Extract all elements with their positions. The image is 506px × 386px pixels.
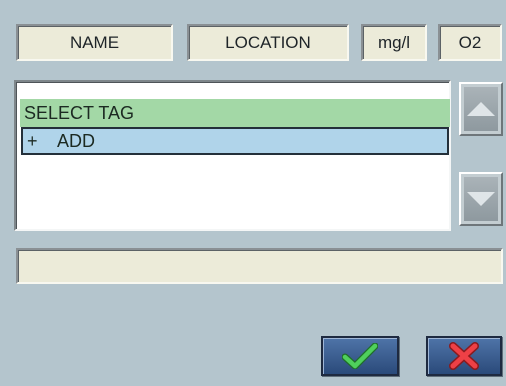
list-item-label: SELECT TAG: [24, 102, 135, 123]
ok-button[interactable]: [321, 336, 399, 376]
tag-list[interactable]: SELECT TAG + ADD: [14, 80, 451, 231]
add-prefix: +: [27, 130, 38, 151]
list-item-label: ADD: [57, 130, 96, 151]
triangle-up-icon: [467, 102, 495, 116]
name-column-label: NAME: [16, 24, 173, 61]
scroll-up-button[interactable]: [459, 82, 503, 136]
scroll-down-button[interactable]: [459, 172, 503, 226]
location-column-label: LOCATION: [187, 24, 349, 61]
parameter-label-text: O2: [458, 32, 482, 52]
cancel-button[interactable]: [426, 336, 502, 376]
scroll-down-face: [464, 177, 498, 221]
tag-name-field[interactable]: [16, 248, 503, 284]
location-label-text: LOCATION: [225, 32, 311, 52]
unit-label-text: mg/l: [377, 32, 411, 52]
list-item-add[interactable]: + ADD: [21, 127, 449, 155]
scroll-up-face: [464, 87, 498, 131]
parameter-label: O2: [438, 24, 502, 61]
list-item-select-tag[interactable]: SELECT TAG: [20, 99, 450, 127]
x-icon: [449, 342, 479, 370]
unit-label: mg/l: [361, 24, 427, 61]
name-label-text: NAME: [69, 32, 120, 52]
triangle-down-icon: [467, 192, 495, 206]
check-icon: [342, 343, 378, 369]
